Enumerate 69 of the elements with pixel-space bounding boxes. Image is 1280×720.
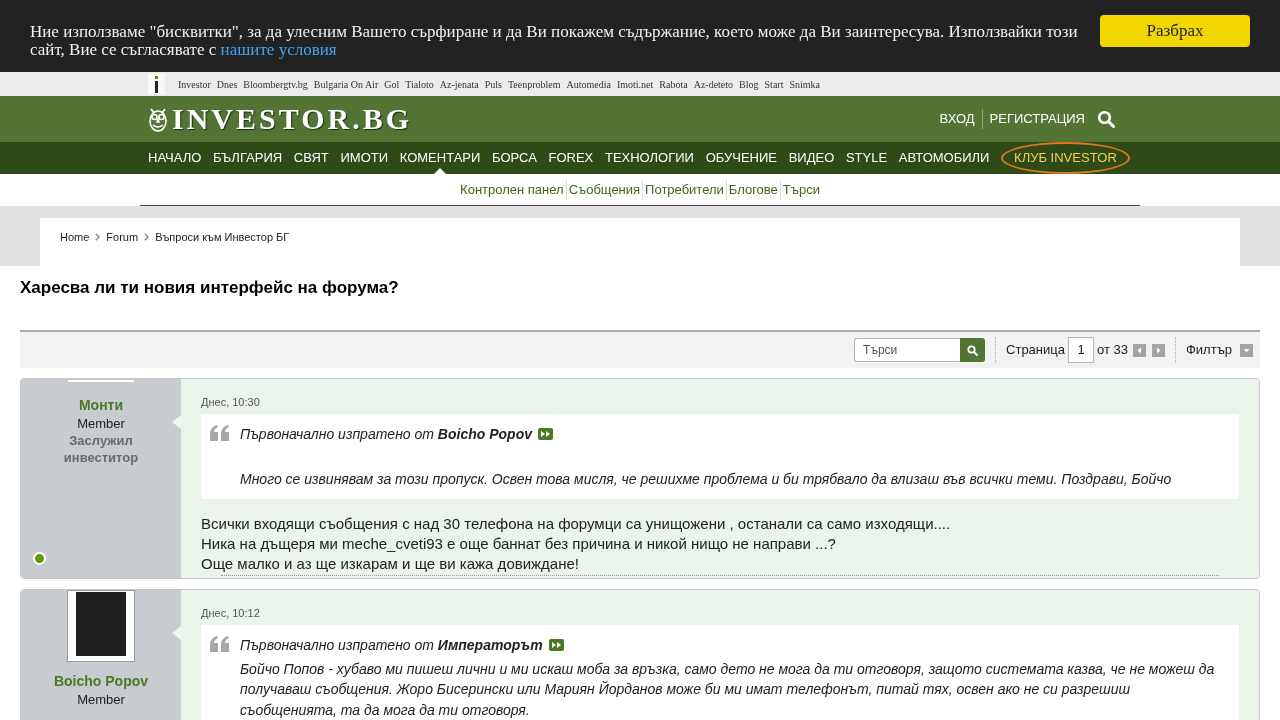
site-logo[interactable]: INVESTOR.BG bbox=[148, 103, 412, 135]
partner-link[interactable]: Teenproblem bbox=[507, 76, 561, 92]
search-button[interactable] bbox=[960, 338, 986, 362]
nav-link[interactable]: ВИДЕО bbox=[788, 142, 835, 174]
thread-title: Харесва ли ти новия интерфейс на форума? bbox=[19, 277, 400, 299]
nav-link[interactable]: БОРСА bbox=[492, 142, 537, 174]
post-date: Днес, 10:12 bbox=[201, 605, 261, 620]
quote-text: Бойчо Попов - хубаво ми пишеш лични и ми искаш моба за връзка, само дето не мога да ти отговоря, защото системата казва, че не можеш да получаваш съобщения. Жоро Бисерински или Мариян Йорданов може би ми имат телефонът, питай тях, освен ако не си разрешиш съобщенията, та да мога да ти отговоря. bbox=[240, 659, 1216, 720]
subnav-link[interactable]: Съобщения bbox=[567, 179, 642, 200]
partner-link[interactable]: Az-deteto bbox=[693, 76, 734, 92]
subnav-link[interactable]: Контролен панел bbox=[459, 179, 565, 200]
chevron-right-icon bbox=[95, 233, 101, 241]
partner-link[interactable]: Start bbox=[764, 76, 784, 92]
post-message: Всички входящи съобщения с над 30 телефона на форумци са унищожени , останали са само изходящи.... Ника на дъщеря ми meche_cveti93 е още баннат без причина и никой нищо не направи ...? Още малко и аз ще изкарам и ще ви кажа довиждане! bbox=[201, 513, 952, 574]
quote-mark-icon bbox=[210, 425, 230, 441]
nav-link[interactable]: СВЯТ bbox=[293, 142, 329, 174]
breadcrumb-link[interactable]: Home bbox=[60, 228, 90, 246]
search-icon bbox=[967, 344, 979, 356]
partner-link[interactable]: Bulgaria On Air bbox=[313, 76, 379, 92]
partner-link[interactable]: Bloombergtv.bg bbox=[243, 76, 308, 92]
quote-mark-icon bbox=[210, 635, 230, 652]
page-field[interactable]: 1 bbox=[1067, 337, 1094, 363]
partner-link[interactable]: Puls bbox=[484, 76, 502, 92]
login-link[interactable]: ВХОД bbox=[939, 109, 975, 129]
terms-link[interactable]: нашите условия bbox=[220, 40, 337, 59]
owl-icon bbox=[148, 106, 168, 132]
partner-link[interactable]: Dnes bbox=[216, 76, 238, 92]
logo-icon[interactable] bbox=[148, 73, 165, 95]
quote-attribution: Първоначално изпратено от Boicho Popov bbox=[240, 425, 532, 444]
breadcrumb-link[interactable]: Forum bbox=[106, 228, 139, 246]
nav-link[interactable]: ТЕХНОЛОГИИ bbox=[604, 142, 694, 174]
user-role: Member bbox=[77, 415, 125, 432]
subnav-link[interactable]: Търси bbox=[781, 179, 821, 200]
nav-link[interactable]: FOREX bbox=[548, 142, 594, 174]
partner-link[interactable]: Investor bbox=[178, 76, 211, 92]
user-role: Member bbox=[77, 690, 125, 708]
filter-button[interactable]: Филтър bbox=[1185, 340, 1253, 360]
nav-link[interactable]: STYLE bbox=[845, 142, 888, 174]
cookie-notice: Ние използваме "бисквитки", за да улесним Вашето сърфиране и да Ви покажем съдържание, което може да Ви заинтересува. Използвайки този сайт, Вие се съгласявате с нашите условия bbox=[30, 23, 1079, 59]
double-arrow-icon[interactable] bbox=[548, 638, 564, 651]
breadcrumb-current: Въпроси към Инвестор БГ bbox=[155, 229, 290, 245]
post-date: Днес, 10:30 bbox=[201, 395, 261, 409]
page-count: от 33 bbox=[1096, 341, 1128, 360]
dropdown-caret-icon bbox=[1240, 343, 1253, 357]
register-link[interactable]: РЕГИСТРАЦИЯ bbox=[989, 109, 1085, 129]
chevron-right-icon bbox=[144, 233, 150, 241]
search-icon[interactable] bbox=[1097, 110, 1115, 128]
nav-link[interactable]: ОБУЧЕНИЕ bbox=[705, 142, 777, 174]
quote-attribution: Първоначално изпратено от Императорът bbox=[240, 635, 543, 655]
subnav-link[interactable]: Блогове bbox=[727, 179, 779, 200]
partner-link[interactable]: Automedia bbox=[566, 76, 611, 92]
user-rank: Заслужил инвеститор bbox=[62, 432, 140, 466]
nav-link[interactable]: ИМОТИ bbox=[340, 142, 389, 174]
accept-cookies-button[interactable]: Разбрах bbox=[1100, 15, 1250, 47]
quote-text: Много се извинявам за този пропуск. Освен това мисля, че решихме проблема и би трябвало да влизаш във всички теми. Поздрави, Бойчо bbox=[240, 470, 1173, 489]
partner-link[interactable]: Blog bbox=[739, 76, 759, 92]
partner-link[interactable]: Snimka bbox=[789, 76, 820, 92]
partner-link[interactable]: Rabota bbox=[659, 76, 688, 92]
partner-link[interactable]: Tialoto bbox=[405, 76, 434, 92]
subnav-link[interactable]: Потребители bbox=[644, 179, 725, 200]
nav-link[interactable]: НАЧАЛО bbox=[148, 142, 202, 174]
nav-link[interactable]: БЪЛГАРИЯ bbox=[213, 142, 283, 174]
partner-link[interactable]: Imoti.net bbox=[616, 76, 654, 92]
partner-link[interactable]: Az-jenata bbox=[439, 76, 479, 92]
nav-link[interactable]: АВТОМОБИЛИ bbox=[898, 142, 990, 174]
partner-link[interactable]: Gol bbox=[384, 76, 400, 92]
double-arrow-icon[interactable] bbox=[538, 428, 553, 440]
page-label: Страница bbox=[1006, 341, 1065, 360]
search-field[interactable]: Търси bbox=[854, 338, 961, 362]
